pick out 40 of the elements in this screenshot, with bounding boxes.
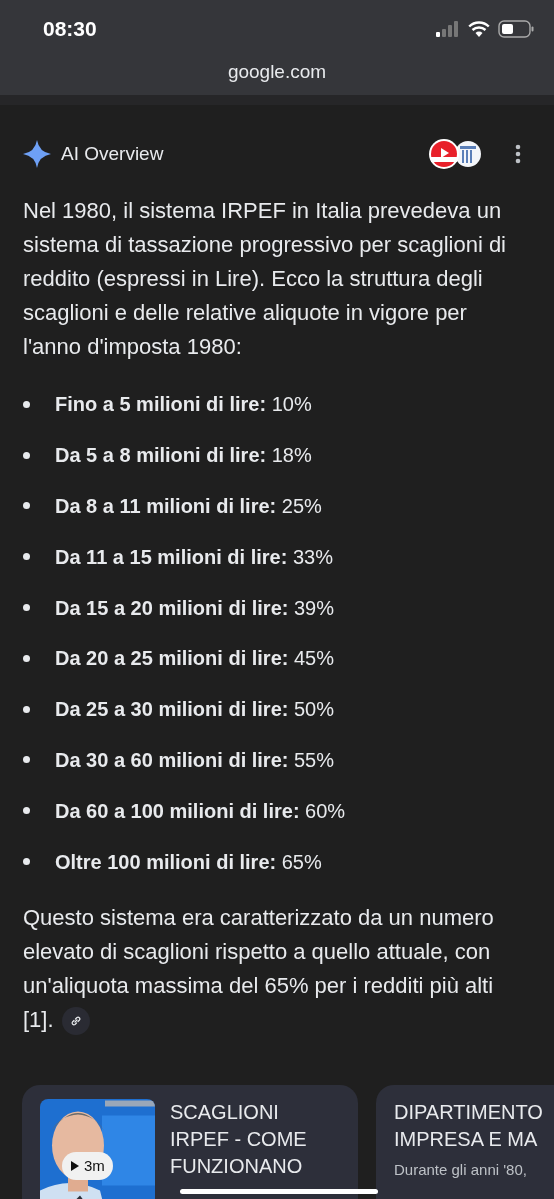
bullet-icon: [23, 604, 30, 612]
bullet-icon: [23, 807, 30, 815]
bracket-text: Da 11 a 15 milioni di lire: 33%: [55, 544, 333, 570]
bullet-icon: [23, 858, 30, 866]
source-title: SCAGLIONI IRPEF - COME FUNZIONANO: [170, 1099, 308, 1179]
bullet-icon: [23, 400, 30, 408]
source-card[interactable]: 3m SCAGLIONI IRPEF - COME FUNZIONANO: [22, 1084, 358, 1199]
bullet-icon: [23, 553, 30, 561]
link-icon[interactable]: [61, 1007, 90, 1036]
source-card[interactable]: DIPARTIMENTO IMPRESA E MA Durante gli anni '80,: [376, 1084, 554, 1199]
bracket-text: Da 30 a 60 milioni di lire: 55%: [55, 747, 334, 773]
bullet-icon: [23, 451, 30, 459]
bracket-text: Da 8 a 11 milioni di lire: 25%: [55, 494, 322, 519]
column-icon[interactable]: [454, 140, 482, 168]
duration-text: 3m: [84, 1155, 105, 1176]
overview-title: AI Overview: [61, 141, 164, 166]
source-title: DIPARTIMENTO IMPRESA E MA: [394, 1099, 544, 1152]
bracket-text: Oltre 100 milioni di lire: 65%: [55, 849, 322, 875]
bullet-icon: [23, 502, 30, 510]
sparkle-icon: [23, 140, 51, 168]
bracket-text: Da 20 a 25 milioni di lire: 45%: [55, 646, 334, 672]
more-icon[interactable]: [515, 144, 521, 164]
wifi-icon: [468, 21, 490, 37]
bullet-icon: [23, 705, 30, 713]
source-snippet: Durante gli anni '80,: [394, 1160, 528, 1179]
url-text[interactable]: google.com: [227, 58, 327, 87]
summary-paragraph: Questo sistema era caratterizzato da un numero elevato di scaglioni rispetto a quello attuale, con un'aliquota massima del 65% per i redditi più alti [1].: [23, 900, 531, 1037]
intro-paragraph: Nel 1980, il sistema IRPEF in Italia prevedeva un sistema di tassazione progressivo per scaglioni di reddito (espressi in Lire). Ecco la struttura degli scaglioni e delle relative aliquote in vigore per l'anno d'imposta 1980:: [23, 197, 507, 361]
bracket-text: Da 15 a 20 milioni di lire: 39%: [55, 595, 334, 621]
play-icon: [70, 1159, 80, 1172]
bullet-icon: [23, 654, 30, 662]
bullet-icon: [23, 756, 30, 764]
bracket-text: Da 25 a 30 milioni di lire: 50%: [55, 697, 334, 723]
battery-icon: [498, 20, 534, 38]
signal-icon: [436, 21, 460, 37]
bracket-text: Da 60 a 100 milioni di lire: 60%: [55, 798, 346, 824]
video-source-icon[interactable]: [428, 138, 460, 170]
bracket-text: Da 5 a 8 milioni di lire: 18%: [55, 443, 312, 469]
bracket-text: Fino a 5 milioni di lire: 10%: [55, 392, 312, 418]
status-time: 08:30: [43, 16, 97, 43]
